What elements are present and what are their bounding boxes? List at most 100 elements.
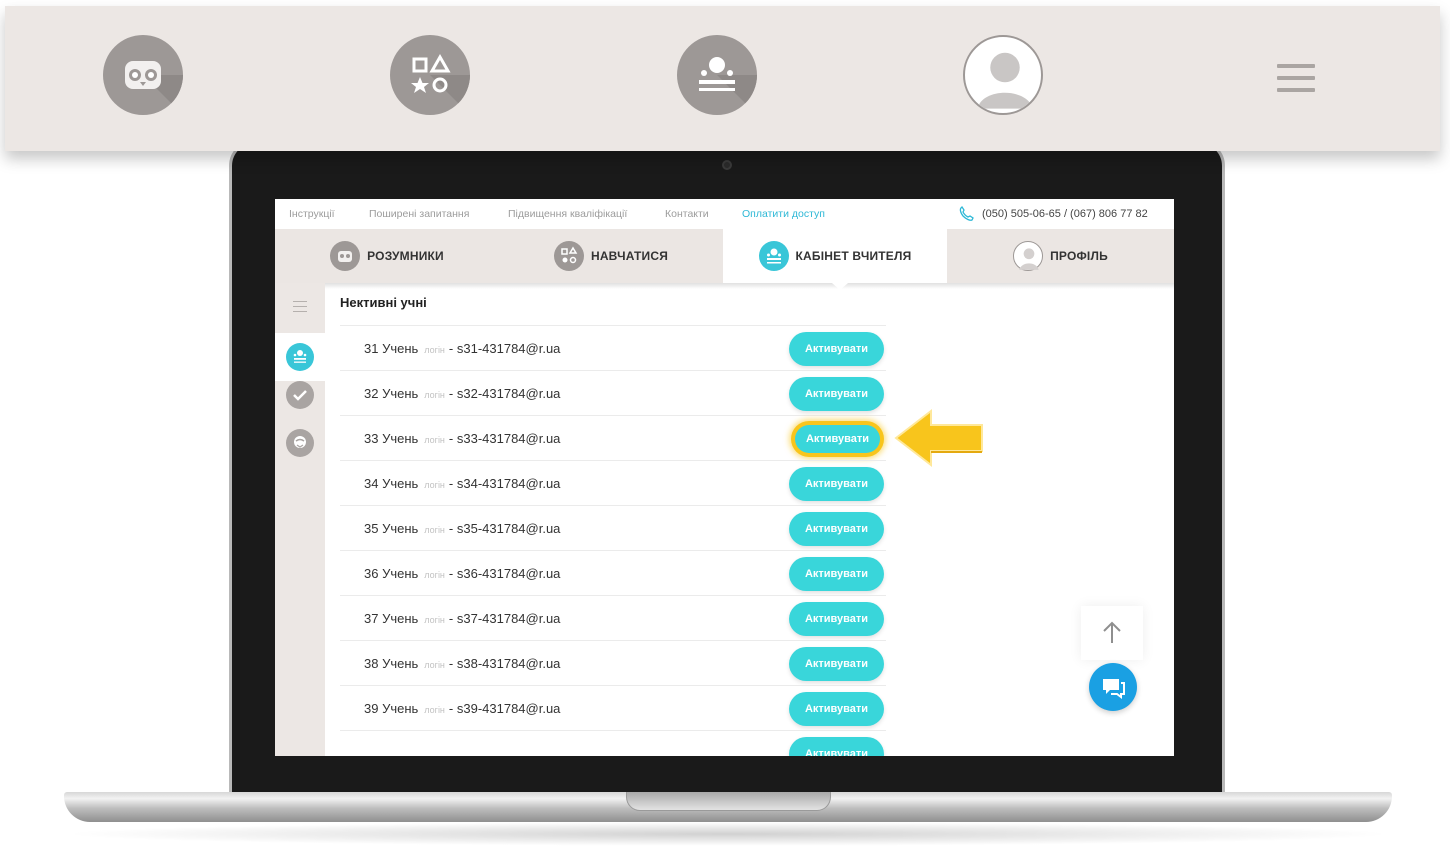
page-title: Нективні учні [340,295,427,310]
student-entry: 35 Учень логін - s35-431784@r.ua [364,521,560,536]
shapes-icon[interactable] [390,35,470,115]
student-row: 36 Учень логін - s36-431784@r.ua Активувати [340,550,886,595]
phone-icon [959,205,974,221]
student-login: - s39-431784@r.ua [448,701,561,716]
activate-button[interactable]: Активувати [789,692,884,726]
activate-button[interactable]: Активувати [789,512,884,546]
rail-item-checked[interactable] [275,381,325,429]
tab-label: ПРОФІЛЬ [1050,249,1108,263]
rail-menu-icon[interactable] [293,301,307,316]
student-name: 33 Учень [364,431,419,446]
student-entry: 34 Учень логін - s34-431784@r.ua [364,476,560,491]
student-name: 35 Учень [364,521,419,536]
student-row: 37 Учень логін - s37-431784@r.ua Активувати [340,595,886,640]
profile-icon[interactable] [963,35,1043,115]
student-row: 38 Учень логін - s38-431784@r.ua Активувати [340,640,886,685]
laptop-screen: Інструкції Поширені запитання Підвищення… [275,199,1174,756]
student-name: 32 Учень [364,386,419,401]
student-login: - s32-431784@r.ua [448,386,561,401]
activate-button[interactable]: Активувати [795,425,880,453]
student-login: - s33-431784@r.ua [448,431,561,446]
owl-icon[interactable] [103,35,183,115]
student-row: 39 Учень логін - s39-431784@r.ua Активувати [340,685,886,730]
tab-label: НАВЧАТИСЯ [590,249,669,263]
teacher-cabinet-icon[interactable] [677,35,757,115]
student-name: 34 Учень [364,476,419,491]
hamburger-menu-icon[interactable] [1277,64,1315,94]
student-login: - s36-431784@r.ua [448,566,561,581]
teacher-cabinet-icon [758,241,789,271]
student-entry: 37 Учень логін - s37-431784@r.ua [364,611,560,626]
arrow-up-icon [1103,621,1121,643]
login-label: логін [424,480,445,490]
student-list: 31 Учень логін - s31-431784@r.ua Активувати… [340,325,886,756]
activate-button[interactable]: Активувати [789,737,884,756]
top-navigation [5,6,1440,151]
login-label: логін [424,705,445,715]
student-row: 34 Учень логін - s34-431784@r.ua Активувати [340,460,886,505]
student-entry: 39 Учень логін - s39-431784@r.ua [364,701,560,716]
activate-button[interactable]: Активувати [789,467,884,501]
instructions-link[interactable]: Інструкції [289,208,335,220]
phone-number: (050) 505-06-65 / (067) 806 77 82 [982,207,1148,220]
login-label: логін [424,615,445,625]
rail-item-badge[interactable] [275,429,325,477]
activate-button[interactable]: Активувати [789,557,884,591]
student-entry: 36 Учень логін - s36-431784@r.ua [364,566,560,581]
student-entry: 33 Учень логін - s33-431784@r.ua [364,431,560,446]
tab-rozumnyky[interactable]: РОЗУМНИКИ [275,229,499,283]
student-entry: 32 Учень логін - s32-431784@r.ua [364,386,560,401]
activate-button[interactable]: Активувати [789,602,884,636]
tab-label: КАБІНЕТ ВЧИТЕЛЯ [795,249,912,263]
badge-icon [286,429,314,457]
tab-navchatysia[interactable]: НАВЧАТИСЯ [499,229,723,283]
tutorial-stage: Інструкції Поширені запитання Підвищення… [0,0,1450,868]
login-label: логін [424,570,445,580]
main-tabs: РОЗУМНИКИ НАВЧАТИСЯ КАБІНЕТ ВЧИТЕЛЯ ПРОФ… [275,229,1174,283]
student-row: 33 Учень логін - s33-431784@r.ua Активувати [340,415,886,460]
activate-button[interactable]: Активувати [789,647,884,681]
laptop-shadow [60,822,1396,846]
student-name: 31 Учень [364,341,419,356]
tab-teacher-cabinet[interactable]: КАБІНЕТ ВЧИТЕЛЯ [723,229,947,283]
login-label: логін [424,435,445,445]
student-entry: 38 Учень логін - s38-431784@r.ua [364,656,560,671]
student-row: 32 Учень логін - s32-431784@r.ua Активувати [340,370,886,415]
student-login: - s34-431784@r.ua [448,476,561,491]
phone-contact: (050) 505-06-65 / (067) 806 77 82 [958,205,1148,222]
student-login: - s38-431784@r.ua [448,656,561,671]
camera-icon [722,160,732,170]
login-label: логін [424,390,445,400]
faq-link[interactable]: Поширені запитання [369,208,469,220]
student-login: - s37-431784@r.ua [448,611,561,626]
student-login: - s31-431784@r.ua [448,341,561,356]
profile-icon [1013,241,1044,271]
contacts-link[interactable]: Контакти [665,208,709,220]
student-name: 36 Учень [364,566,419,581]
chat-button[interactable] [1089,663,1137,711]
login-label: логін [424,525,445,535]
utility-bar: Інструкції Поширені запитання Підвищення… [275,199,1174,229]
rail-active-notch [325,351,331,363]
owl-icon [330,241,361,271]
student-login: - s35-431784@r.ua [448,521,561,536]
qualification-link[interactable]: Підвищення кваліфікації [508,208,627,220]
rail-item-students[interactable] [275,333,331,381]
pointer-arrow-icon [894,408,983,468]
scroll-to-top-button[interactable] [1081,606,1143,660]
active-tab-pointer [832,283,848,290]
activate-button[interactable]: Активувати [789,332,884,366]
tabs-shadow [275,283,1174,289]
login-label: логін [424,660,445,670]
pay-access-link[interactable]: Оплатити доступ [742,208,825,220]
student-name: 37 Учень [364,611,419,626]
shapes-icon [553,241,584,271]
student-row: 31 Учень логін - s31-431784@r.ua Активувати [340,325,886,370]
chat-icon [1103,679,1125,699]
student-name: 38 Учень [364,656,419,671]
tab-profile[interactable]: ПРОФІЛЬ [947,229,1174,283]
check-icon [286,381,314,409]
student-row: Активувати [340,730,886,756]
side-rail [275,283,331,756]
activate-button[interactable]: Активувати [789,377,884,411]
